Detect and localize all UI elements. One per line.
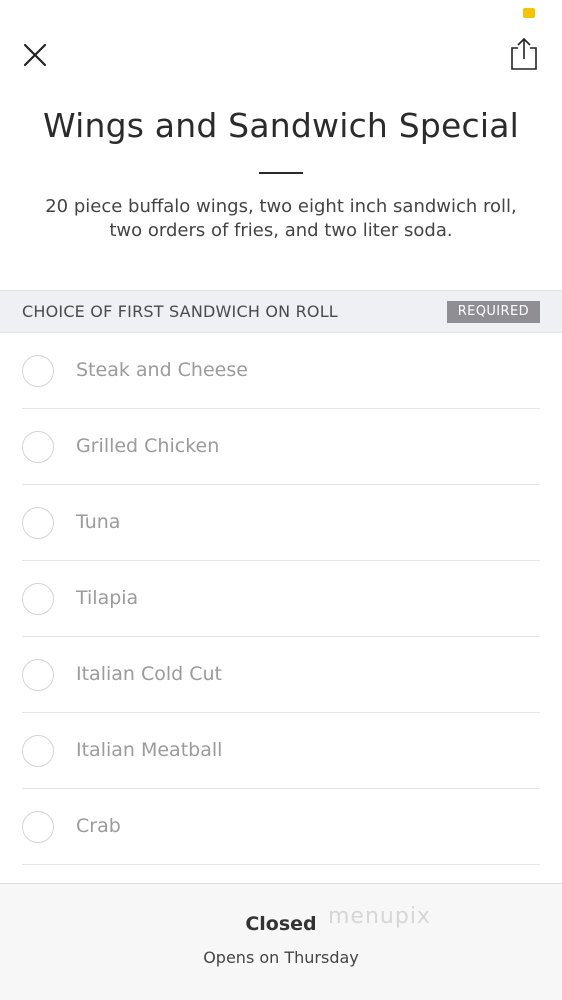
close-button[interactable]	[20, 40, 50, 70]
option-label: Steak and Cheese	[76, 359, 248, 381]
radio-button[interactable]	[22, 659, 54, 691]
share-button[interactable]	[508, 36, 540, 72]
radio-button[interactable]	[22, 811, 54, 843]
option-label: Tuna	[76, 511, 121, 533]
watermark: menupix	[328, 904, 431, 929]
option-label: Grilled Chicken	[76, 435, 220, 457]
radio-button[interactable]	[22, 355, 54, 387]
option-label: Tilapia	[76, 587, 139, 609]
opening-hours-text: Opens on Thursday	[203, 948, 359, 967]
footer-bar: Closed menupix Opens on Thursday	[0, 883, 562, 1000]
option-list: Steak and Cheese Grilled Chicken Tuna Ti…	[22, 333, 540, 865]
option-row[interactable]: Italian Meatball	[22, 713, 540, 789]
radio-button[interactable]	[22, 431, 54, 463]
option-label: Crab	[76, 815, 121, 837]
section-header: CHOICE OF FIRST SANDWICH ON ROLL REQUIRE…	[0, 290, 562, 333]
option-row[interactable]: Tilapia	[22, 561, 540, 637]
option-label: Italian Cold Cut	[76, 663, 223, 685]
item-description: 20 piece buffalo wings, two eight inch s…	[45, 196, 517, 241]
required-badge: REQUIRED	[446, 301, 540, 323]
option-row[interactable]: Italian Cold Cut	[22, 637, 540, 713]
share-icon	[511, 37, 537, 70]
title-divider	[259, 172, 303, 174]
option-row[interactable]: Steak and Cheese	[22, 333, 540, 409]
option-label: Italian Meatball	[76, 739, 223, 761]
option-row[interactable]: Tuna	[22, 485, 540, 561]
section-title: CHOICE OF FIRST SANDWICH ON ROLL	[22, 302, 338, 321]
option-row[interactable]: Crab	[22, 789, 540, 865]
radio-button[interactable]	[22, 583, 54, 615]
radio-button[interactable]	[22, 735, 54, 767]
radio-button[interactable]	[22, 507, 54, 539]
option-row[interactable]: Grilled Chicken	[22, 409, 540, 485]
item-title: Wings and Sandwich Special	[42, 106, 520, 145]
status-indicator	[523, 8, 535, 18]
store-status: Closed	[245, 913, 317, 935]
close-icon	[23, 43, 47, 67]
